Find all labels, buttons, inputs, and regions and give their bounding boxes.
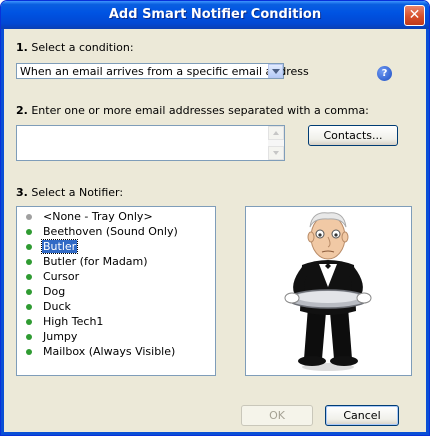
list-item[interactable]: Beethoven (Sound Only) <box>17 224 215 239</box>
step3-label: 3. Select a Notifier: <box>16 186 123 199</box>
window-border-bottom <box>1 432 429 435</box>
list-item-label: High Tech1 <box>43 315 104 328</box>
list-item-label: <None - Tray Only> <box>43 210 153 223</box>
step1-text: Select a condition: <box>31 41 134 54</box>
notifier-list[interactable]: <None - Tray Only> Beethoven (Sound Only… <box>16 206 216 376</box>
list-item-label: Butler <box>40 239 79 254</box>
step1-number: 1. <box>16 41 28 54</box>
list-item-label: Cursor <box>43 270 80 283</box>
bullet-icon <box>26 214 32 220</box>
step2-label: 2. Enter one or more email addresses sep… <box>16 104 369 117</box>
title-bar[interactable]: Add Smart Notifier Condition ✕ <box>1 1 429 29</box>
step2-text: Enter one or more email addresses separa… <box>31 104 369 117</box>
close-icon: ✕ <box>408 7 421 23</box>
list-item-label: Beethoven (Sound Only) <box>43 225 178 238</box>
list-item[interactable]: High Tech1 <box>17 314 215 329</box>
step2-number: 2. <box>16 104 28 117</box>
list-item[interactable]: Jumpy <box>17 329 215 344</box>
condition-select-value: When an email arrives from a specific em… <box>20 65 309 78</box>
list-item[interactable]: Duck <box>17 299 215 314</box>
list-item-label: Dog <box>43 285 66 298</box>
window-border-left <box>1 29 4 435</box>
list-item[interactable]: Mailbox (Always Visible) <box>17 344 215 359</box>
condition-select[interactable]: When an email arrives from a specific em… <box>16 63 309 79</box>
scroll-down-icon[interactable] <box>268 146 284 160</box>
bullet-icon <box>26 304 32 310</box>
step3-text: Select a Notifier: <box>31 186 124 199</box>
list-item-label: Butler (for Madam) <box>43 255 148 268</box>
list-item[interactable]: Butler (for Madam) <box>17 254 215 269</box>
step3-number: 3. <box>16 186 28 199</box>
cancel-button[interactable]: Cancel <box>325 405 399 426</box>
bullet-icon <box>26 349 32 355</box>
bullet-icon <box>26 289 32 295</box>
contacts-button[interactable]: Contacts... <box>308 125 398 146</box>
bullet-icon <box>26 274 32 280</box>
list-item[interactable]: Dog <box>17 284 215 299</box>
ok-button[interactable]: OK <box>241 405 313 426</box>
bullet-icon <box>26 244 32 250</box>
dialog-window: Add Smart Notifier Condition ✕ 1. Select… <box>0 0 430 436</box>
step1-label: 1. Select a condition: <box>16 41 134 54</box>
help-icon[interactable]: ? <box>377 66 392 81</box>
bullet-icon <box>26 259 32 265</box>
chevron-down-icon[interactable] <box>268 64 283 78</box>
bullet-icon <box>26 229 32 235</box>
email-field-scrollbar[interactable] <box>268 126 284 160</box>
list-item-selected[interactable]: Butler <box>17 239 215 254</box>
list-item-label: Mailbox (Always Visible) <box>43 345 176 358</box>
list-item[interactable]: <None - Tray Only> <box>17 209 215 224</box>
email-addresses-field[interactable] <box>16 125 285 161</box>
bullet-icon <box>26 334 32 340</box>
window-border-right <box>426 29 429 435</box>
close-button[interactable]: ✕ <box>404 5 425 26</box>
list-item-label: Jumpy <box>43 330 78 343</box>
bullet-icon <box>26 319 32 325</box>
list-item-label: Duck <box>43 300 71 313</box>
window-title: Add Smart Notifier Condition <box>108 7 322 22</box>
list-item[interactable]: Cursor <box>17 269 215 284</box>
scroll-up-icon[interactable] <box>268 126 284 140</box>
butler-illustration <box>284 212 372 371</box>
notifier-preview <box>245 206 412 376</box>
